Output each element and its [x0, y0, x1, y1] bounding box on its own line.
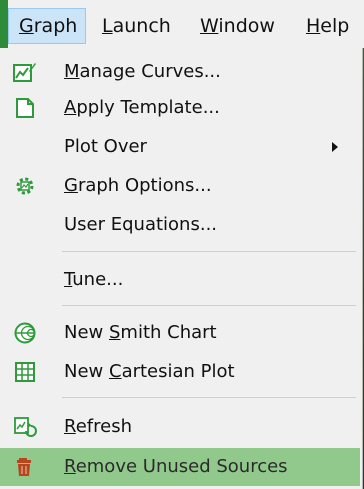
menu-item-manage-curves[interactable]: Manage Curves... — [0, 53, 360, 91]
menu-item-label: New Cartesian Plot — [64, 361, 235, 382]
menu-bar: Graph Launch Window Help — [0, 0, 364, 48]
submenu-arrow-icon — [332, 142, 338, 152]
menu-item-remove-unused-sources[interactable]: Remove Unused Sources — [0, 448, 360, 486]
menu-graph[interactable]: Graph — [8, 8, 86, 44]
menu-separator — [62, 305, 356, 306]
menu-help-accel: H — [306, 15, 321, 37]
menu-item-label: Remove Unused Sources — [64, 456, 288, 477]
menu-launch-accel: L — [102, 15, 113, 37]
menu-item-tune[interactable]: Tune... — [0, 261, 360, 299]
menu-help-label: elp — [320, 15, 350, 37]
menu-separator — [62, 251, 356, 252]
smith-chart-icon — [13, 322, 37, 344]
menu-graph-accel: G — [19, 15, 34, 37]
menu-window-accel: W — [200, 15, 219, 37]
apply-template-icon — [13, 97, 37, 119]
menu-launch-label: aunch — [112, 15, 171, 37]
menu-item-label: Tune... — [64, 269, 124, 290]
menu-item-plot-over[interactable]: Plot Over — [0, 128, 360, 166]
menu-item-refresh[interactable]: Refresh — [0, 408, 360, 446]
menu-item-label: User Equations... — [64, 214, 218, 235]
graph-options-icon — [13, 175, 37, 197]
menu-item-user-equations[interactable]: User Equations... — [0, 206, 360, 244]
menu-item-label: Refresh — [64, 416, 132, 437]
menu-launch[interactable]: Launch — [92, 8, 181, 44]
app-window: Graph Launch Window Help Manage Curves..… — [0, 0, 364, 489]
menu-item-apply-template[interactable]: Apply Template... — [0, 89, 360, 127]
menu-graph-label: raph — [33, 15, 78, 37]
menu-item-label: Graph Options... — [64, 175, 212, 196]
menu-item-new-smith-chart[interactable]: New Smith Chart — [0, 314, 360, 352]
menu-item-graph-options[interactable]: Graph Options... — [0, 167, 360, 205]
cartesian-plot-icon — [13, 361, 37, 383]
menu-item-label: New Smith Chart — [64, 322, 217, 343]
menu-help[interactable]: Help — [296, 8, 359, 44]
manage-curves-icon — [13, 61, 37, 83]
refresh-icon — [13, 416, 37, 438]
graph-dropdown-menu: Manage Curves... Apply Template... Plot … — [0, 48, 363, 489]
menu-item-label: Manage Curves... — [64, 61, 221, 82]
trash-icon — [13, 456, 37, 478]
window-edge — [0, 0, 8, 48]
menu-window-label: indow — [218, 15, 275, 37]
menu-item-label: Plot Over — [64, 136, 147, 157]
menu-window[interactable]: Window — [190, 8, 285, 44]
menu-separator — [62, 397, 356, 398]
menu-item-label: Apply Template... — [64, 97, 220, 118]
menu-item-new-cartesian-plot[interactable]: New Cartesian Plot — [0, 353, 360, 391]
